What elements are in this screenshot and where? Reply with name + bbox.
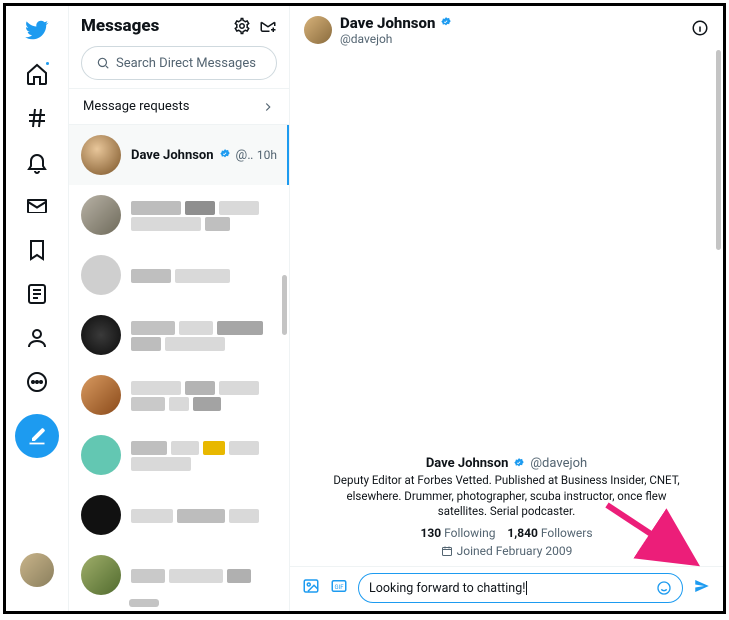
conversation-list: Dave Johnson @da... 10h [69,125,289,611]
explore-icon[interactable] [25,106,49,130]
settings-icon[interactable] [233,17,251,35]
search-icon [96,56,110,70]
conversation-item[interactable] [69,485,289,545]
profile-bio: Deputy Editor at Forbes Vetted. Publishe… [326,473,687,520]
conversation-header-handle: @davejoh [340,32,453,46]
conversation-time: 10h [257,148,277,162]
message-input[interactable]: Looking forward to chatting! [358,573,683,603]
verified-icon [218,148,232,162]
messages-title: Messages [81,16,225,36]
message-input-bar: GIF Looking forward to chatting! [290,566,723,611]
avatar [81,135,121,175]
more-icon[interactable] [25,370,49,394]
profile-card[interactable]: Dave Johnson @davejoh Deputy Editor at F… [290,456,723,566]
conversation-item[interactable]: Dave Johnson @da... 10h [69,125,289,185]
conversation-pane: Dave Johnson @davejoh Dave Johnson @dave… [290,6,723,611]
nav-rail [6,6,68,611]
profile-joined: Joined February 2009 [326,544,687,558]
verified-icon [439,16,453,30]
conversation-item[interactable] [69,425,289,485]
scrollbar[interactable] [716,50,721,250]
search-input[interactable]: Search Direct Messages [81,46,277,80]
send-button[interactable] [693,577,711,599]
bookmarks-icon[interactable] [25,238,49,262]
avatar[interactable] [304,16,332,44]
conversation-name: Dave Johnson [131,148,214,163]
conversation-handle: @da... [236,148,253,163]
svg-text:GIF: GIF [335,584,345,591]
search-placeholder: Search Direct Messages [116,56,256,71]
new-message-icon[interactable] [259,17,277,35]
scrollbar[interactable] [282,275,287,335]
profile-icon[interactable] [25,326,49,350]
chevron-right-icon [261,100,275,114]
verified-icon [512,457,526,471]
conversation-header-name: Dave Johnson [340,14,435,32]
account-avatar[interactable] [20,553,54,587]
home-icon[interactable] [25,62,49,86]
profile-name: Dave Johnson [426,456,509,471]
compose-button[interactable] [15,414,59,458]
conversation-item[interactable] [69,365,289,425]
info-icon[interactable] [691,19,709,41]
message-requests-label: Message requests [83,99,189,114]
messages-column: Messages Search Direct Messages Message … [68,6,290,611]
scrollbar[interactable] [129,599,159,607]
conversation-item[interactable] [69,305,289,365]
notifications-icon[interactable] [25,150,49,174]
calendar-icon [441,545,453,557]
emoji-icon[interactable] [656,580,672,596]
lists-icon[interactable] [25,282,49,306]
profile-handle: @davejoh [530,456,587,471]
conversation-item[interactable] [69,245,289,305]
message-requests-row[interactable]: Message requests [69,88,289,125]
conversation-header: Dave Johnson @davejoh [290,6,723,54]
message-input-value: Looking forward to chatting! [369,581,525,596]
conversation-item[interactable] [69,545,289,605]
messages-icon[interactable] [25,194,49,218]
twitter-logo-icon[interactable] [25,18,49,42]
image-icon[interactable] [302,577,320,599]
profile-stats: 130 Following 1,840 Followers [326,526,687,540]
gif-icon[interactable]: GIF [330,577,348,599]
conversation-item[interactable] [69,185,289,245]
